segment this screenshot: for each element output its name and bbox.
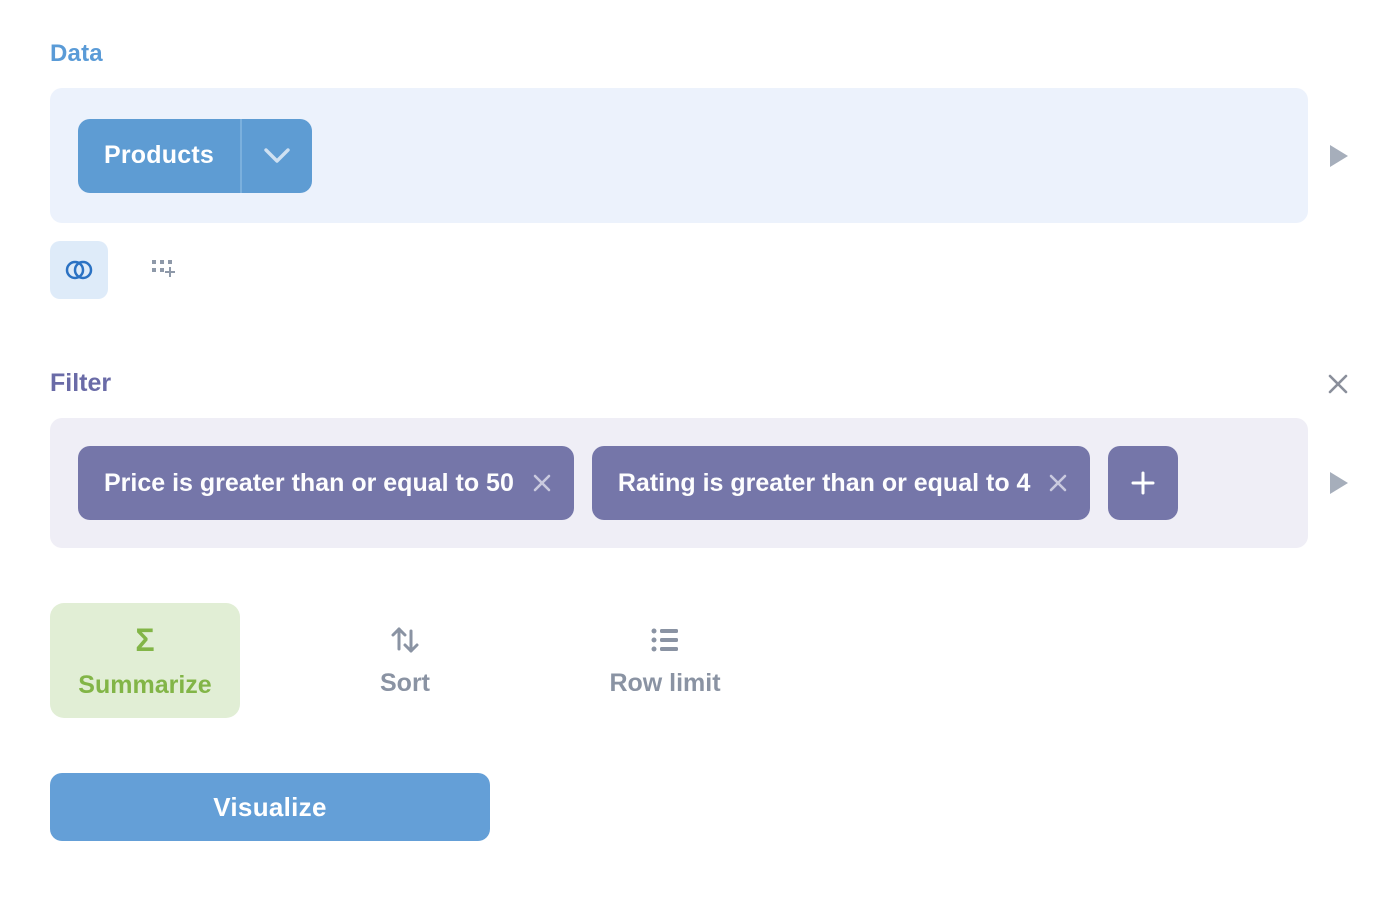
summarize-label: Summarize [78, 671, 211, 700]
table-chip-label: Products [78, 119, 240, 193]
data-section-label: Data [50, 40, 1350, 68]
list-icon [648, 623, 682, 657]
data-panel: Products [50, 88, 1308, 223]
chevron-down-icon[interactable] [242, 119, 312, 193]
sort-button[interactable]: Sort [310, 603, 500, 718]
filter-chip[interactable]: Rating is greater than or equal to 4 [592, 446, 1091, 520]
grid-plus-icon [150, 258, 180, 282]
filter-section-label: Filter [50, 369, 111, 398]
table-chip[interactable]: Products [78, 119, 312, 193]
visualize-button[interactable]: Visualize [50, 773, 490, 841]
visualize-label: Visualize [213, 792, 327, 823]
close-icon[interactable] [1326, 372, 1350, 396]
summarize-button[interactable]: Σ Summarize [50, 603, 240, 718]
row-limit-label: Row limit [609, 669, 720, 698]
custom-column-button[interactable] [136, 241, 194, 299]
sort-label: Sort [380, 669, 430, 698]
sort-icon [388, 623, 422, 657]
remove-filter-icon[interactable] [532, 473, 552, 493]
add-filter-button[interactable] [1108, 446, 1178, 520]
plus-icon [1130, 470, 1156, 496]
play-icon[interactable] [1328, 470, 1350, 496]
join-icon [64, 258, 94, 282]
remove-filter-icon[interactable] [1048, 473, 1068, 493]
filter-chip-label: Rating is greater than or equal to 4 [618, 469, 1031, 498]
filter-chip-label: Price is greater than or equal to 50 [104, 469, 514, 498]
play-icon[interactable] [1328, 143, 1350, 169]
join-data-button[interactable] [50, 241, 108, 299]
sigma-icon: Σ [135, 622, 154, 659]
row-limit-button[interactable]: Row limit [570, 603, 760, 718]
filter-panel: Price is greater than or equal to 50 Rat… [50, 418, 1308, 548]
filter-chip[interactable]: Price is greater than or equal to 50 [78, 446, 574, 520]
